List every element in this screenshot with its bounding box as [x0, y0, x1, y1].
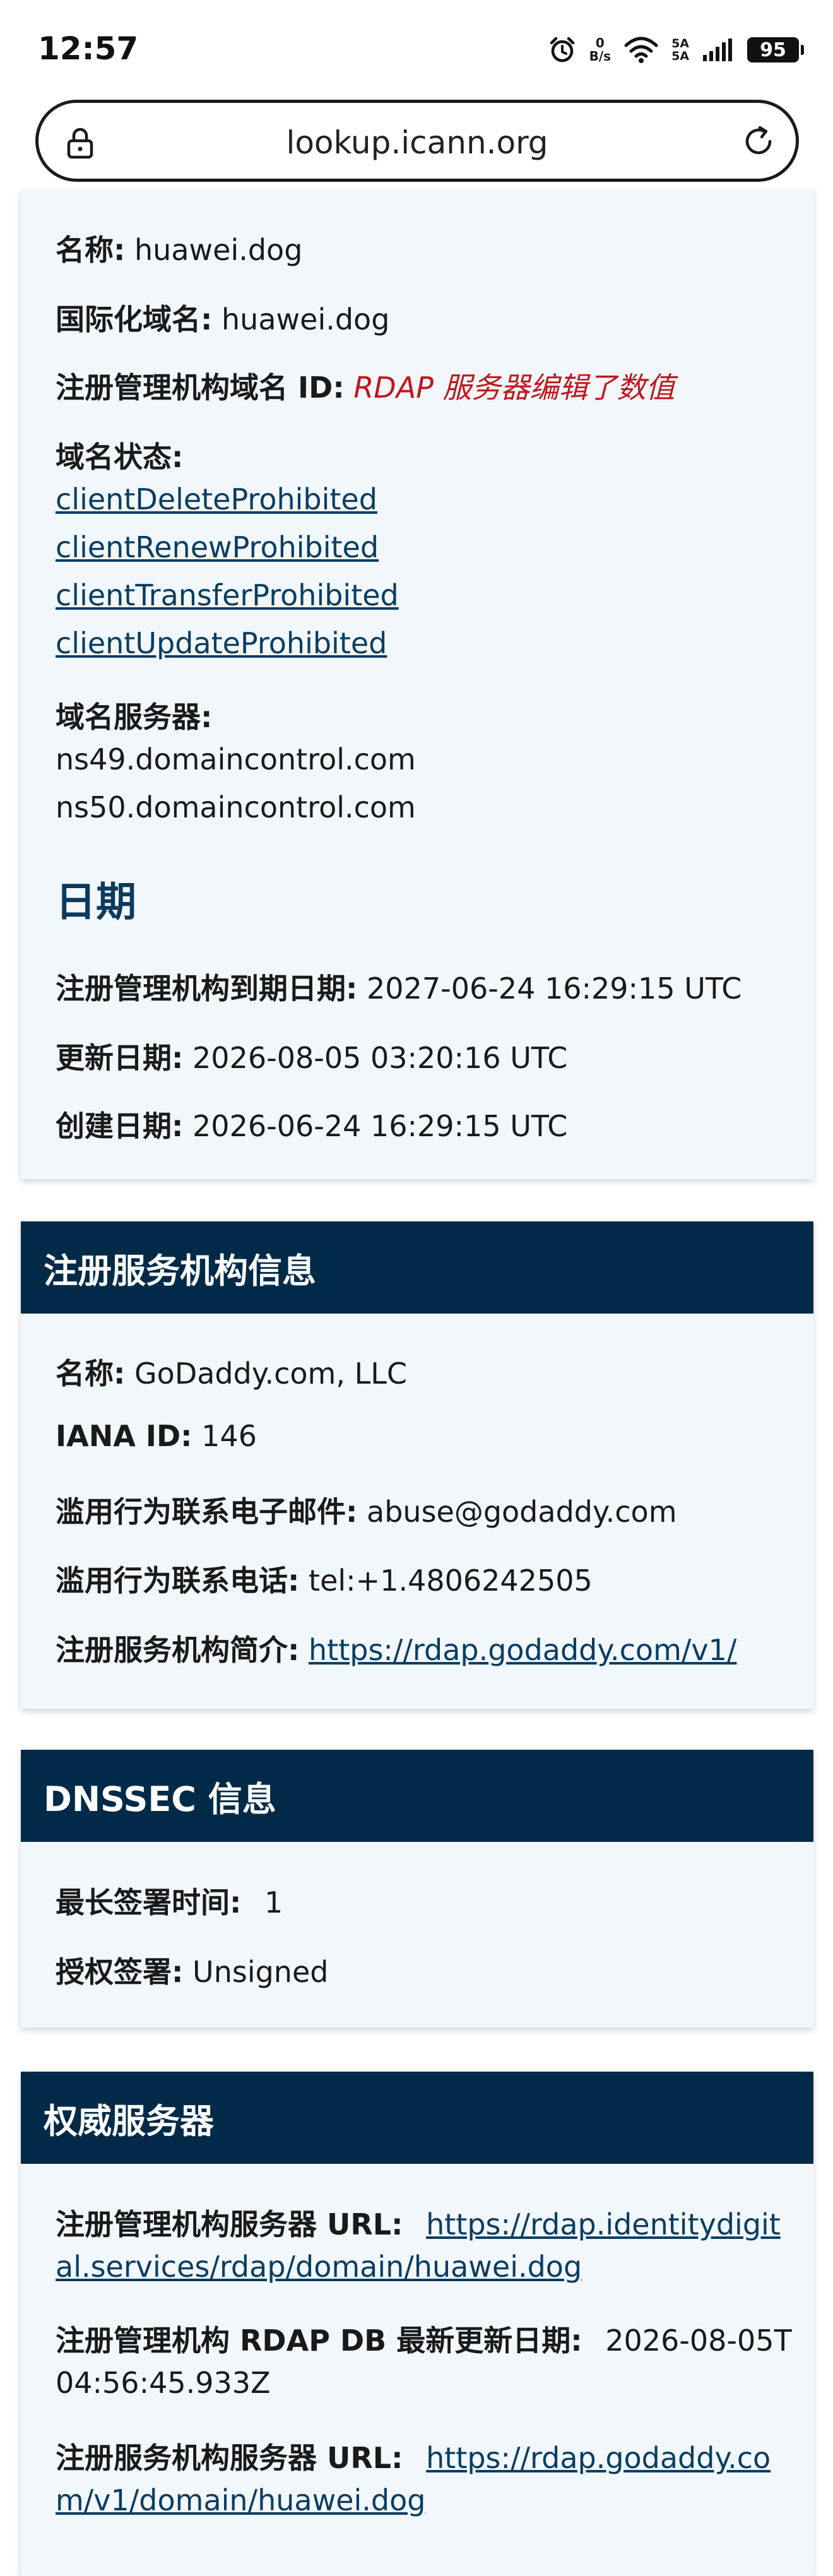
- signal-icon: [702, 37, 735, 62]
- registrar-name-label: 名称:: [56, 1356, 126, 1391]
- registrar-profile-label: 注册服务机构简介:: [56, 1633, 300, 1667]
- delegation-signed-value: Unsigned: [192, 1955, 329, 1989]
- domain-name-label: 名称:: [56, 233, 126, 267]
- network-type: 5A 5A: [671, 37, 689, 62]
- created-date-value: 2026-06-24 16:29:15 UTC: [192, 1109, 568, 1143]
- iana-id-row: IANA ID: 146: [56, 1419, 257, 1453]
- registrar-server-url-link-cont[interactable]: m/v1/domain/huawei.dog: [56, 2483, 425, 2517]
- updated-date-label: 更新日期:: [56, 1041, 184, 1075]
- nameserver-item: ns50.domaincontrol.com: [56, 790, 416, 824]
- authoritative-servers-card: 权威服务器 注册管理机构服务器 URL: https://rdap.identi…: [21, 2072, 813, 2576]
- abuse-phone-value: tel:+1.4806242505: [309, 1564, 593, 1598]
- created-date-label: 创建日期:: [56, 1109, 184, 1143]
- registry-server-url-link[interactable]: https://rdap.identitydigit: [426, 2207, 781, 2241]
- registrar-server-url-label: 注册服务机构服务器 URL:: [56, 2441, 403, 2475]
- registry-domain-id-label: 注册管理机构域名 ID:: [56, 371, 345, 405]
- network-speed-unit: B/s: [589, 49, 611, 64]
- nameserver-item: ns49.domaincontrol.com: [56, 742, 416, 776]
- abuse-email-label: 滥用行为联系电子邮件:: [56, 1495, 358, 1529]
- idn-row: 国际化域名: huawei.dog: [56, 297, 389, 338]
- network-speed-value: 0: [595, 35, 605, 50]
- dnssec-card-title: DNSSEC 信息: [21, 1750, 813, 1842]
- url-bar[interactable]: lookup.icann.org: [35, 100, 799, 182]
- abuse-email-value: abuse@godaddy.com: [367, 1495, 677, 1529]
- abuse-phone-label: 滥用行为联系电话:: [56, 1564, 300, 1598]
- iana-id-label: IANA ID:: [56, 1419, 192, 1453]
- delegation-signed-row: 授权签署: Unsigned: [56, 1949, 328, 1991]
- status-icons: 0 B/s 5A 5A 95: [548, 34, 804, 66]
- created-date-row: 创建日期: 2026-06-24 16:29:15 UTC: [56, 1103, 567, 1145]
- expiry-date-value: 2027-06-24 16:29:15 UTC: [367, 971, 742, 1006]
- status-bar: 12:57 0 B/s 5A 5A 95: [0, 0, 833, 95]
- rdap-update-value: 2026-08-05T: [605, 2324, 792, 2358]
- registry-domain-id-value: RDAP 服务器编辑了数值: [353, 371, 675, 405]
- max-sig-life-row: 最长签署时间: 1: [56, 1880, 283, 1921]
- status-link[interactable]: clientRenewProhibited: [56, 530, 379, 564]
- registry-server-url-row: 注册管理机构服务器 URL: https://rdap.identitydigi…: [56, 2202, 781, 2243]
- idn-label: 国际化域名:: [56, 302, 213, 336]
- registrar-name-value: GoDaddy.com, LLC: [134, 1356, 407, 1391]
- registry-server-url-label: 注册管理机构服务器 URL:: [56, 2207, 403, 2241]
- nameservers-label: 域名服务器:: [56, 694, 212, 736]
- domain-name-row: 名称: huawei.dog: [56, 227, 302, 269]
- status-time: 12:57: [38, 30, 139, 67]
- abuse-email-row: 滥用行为联系电子邮件: abuse@godaddy.com: [56, 1489, 677, 1531]
- registrar-server-url-link[interactable]: https://rdap.godaddy.co: [426, 2441, 771, 2475]
- domain-name-value: huawei.dog: [134, 233, 303, 267]
- registry-domain-id-row: 注册管理机构域名 ID: RDAP 服务器编辑了数值: [56, 365, 675, 407]
- registrar-card-title: 注册服务机构信息: [21, 1221, 813, 1314]
- updated-date-row: 更新日期: 2026-08-05 03:20:16 UTC: [56, 1035, 567, 1077]
- dnssec-card: DNSSEC 信息 最长签署时间: 1 授权签署: Unsigned: [21, 1750, 813, 2027]
- battery-icon: 95: [747, 37, 804, 62]
- expiry-date-label: 注册管理机构到期日期:: [56, 971, 358, 1006]
- registrar-name-row: 名称: GoDaddy.com, LLC: [56, 1351, 407, 1392]
- registrar-profile-row: 注册服务机构简介: https://rdap.godaddy.com/v1/: [56, 1627, 736, 1669]
- registrar-card: 注册服务机构信息 名称: GoDaddy.com, LLC IANA ID: 1…: [21, 1221, 813, 1709]
- domain-info-card: 名称: huawei.dog 国际化域名: huawei.dog 注册管理机构域…: [21, 189, 813, 1179]
- page: 12:57 0 B/s 5A 5A 95 lookup.icann.org 名称…: [0, 0, 833, 2576]
- rdap-update-value-cont: 04:56:45.933Z: [56, 2366, 271, 2400]
- nameservers-label-text: 域名服务器:: [56, 700, 213, 734]
- registry-server-url-link-cont[interactable]: al.services/rdap/domain/huawei.dog: [56, 2250, 582, 2284]
- rdap-update-row: 注册管理机构 RDAP DB 最新更新日期: 2026-08-05T: [56, 2318, 792, 2359]
- domain-status-label: 域名状态:: [56, 434, 183, 476]
- max-sig-life-value: 1: [264, 1885, 283, 1920]
- updated-date-value: 2026-08-05 03:20:16 UTC: [192, 1041, 568, 1075]
- battery-level: 95: [760, 39, 786, 61]
- dates-title: 日期: [56, 879, 136, 926]
- registrar-profile-link[interactable]: https://rdap.godaddy.com/v1/: [309, 1633, 736, 1667]
- max-sig-life-label: 最长签署时间:: [56, 1885, 242, 1920]
- delegation-signed-label: 授权签署:: [56, 1955, 184, 1989]
- idn-value: huawei.dog: [222, 302, 390, 336]
- rdap-update-label: 注册管理机构 RDAP DB 最新更新日期:: [56, 2324, 582, 2358]
- domain-status-label-text: 域名状态:: [56, 440, 184, 474]
- authoritative-servers-title: 权威服务器: [21, 2072, 813, 2164]
- expiry-date-row: 注册管理机构到期日期: 2027-06-24 16:29:15 UTC: [56, 966, 741, 1007]
- status-link[interactable]: clientDeleteProhibited: [56, 482, 377, 516]
- network-speed: 0 B/s: [589, 37, 611, 63]
- alarm-icon: [548, 35, 577, 64]
- network-type-sim1: 5A: [671, 37, 689, 50]
- iana-id-value: 146: [201, 1419, 257, 1453]
- status-link[interactable]: clientUpdateProhibited: [56, 626, 387, 660]
- abuse-phone-row: 滥用行为联系电话: tel:+1.4806242505: [56, 1558, 593, 1600]
- registrar-server-url-row: 注册服务机构服务器 URL: https://rdap.godaddy.co: [56, 2435, 771, 2477]
- wifi-icon: [623, 35, 659, 64]
- url-text[interactable]: lookup.icann.org: [38, 124, 796, 161]
- status-link[interactable]: clientTransferProhibited: [56, 578, 399, 612]
- network-type-sim2: 5A: [671, 49, 689, 63]
- reload-icon[interactable]: [740, 123, 777, 162]
